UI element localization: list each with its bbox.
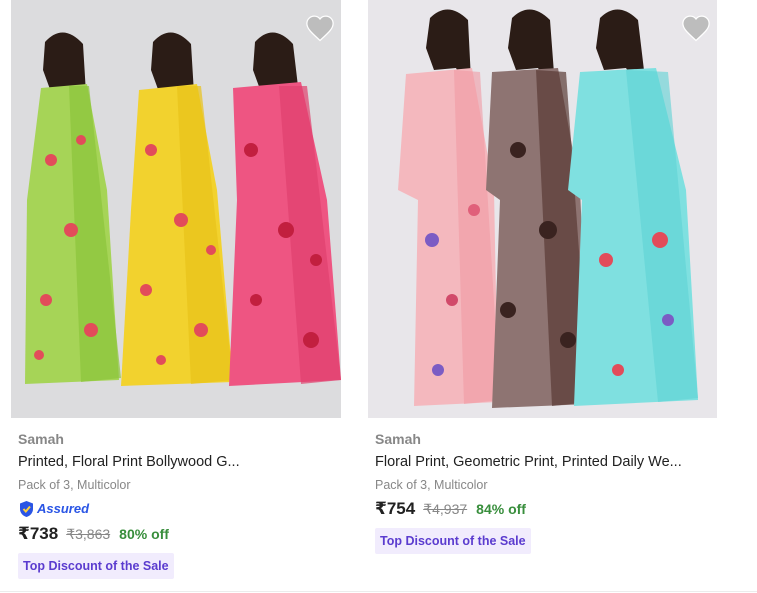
sale-badge: Top Discount of the Sale xyxy=(18,553,174,579)
model-green xyxy=(25,32,121,384)
assured-badge: Assured xyxy=(18,499,341,518)
model-yellow xyxy=(121,32,233,386)
discount-percent: 84% off xyxy=(476,501,526,517)
selling-price: ₹754 xyxy=(375,499,416,518)
saree-models-image xyxy=(25,32,341,386)
product-brand: Samah xyxy=(18,431,64,447)
divider xyxy=(0,591,757,592)
assured-label: Assured xyxy=(37,501,90,516)
original-price: ₹4,937 xyxy=(423,501,468,517)
model-pink xyxy=(229,32,341,386)
product-brand: Samah xyxy=(375,431,421,447)
selling-price: ₹738 xyxy=(18,524,59,543)
model-aqua xyxy=(568,9,698,406)
model-pink xyxy=(398,9,500,406)
sale-badge: Top Discount of the Sale xyxy=(375,528,531,554)
product-pack-info: Pack of 3, Multicolor xyxy=(18,478,131,492)
product-image[interactable] xyxy=(368,0,717,418)
price-row: ₹738 ₹3,863 80% off xyxy=(18,524,341,544)
model-brown xyxy=(486,9,590,408)
product-image[interactable] xyxy=(11,0,341,418)
product-pack-info: Pack of 3, Multicolor xyxy=(375,478,488,492)
product-title[interactable]: Floral Print, Geometric Print, Printed D… xyxy=(375,452,717,472)
discount-percent: 80% off xyxy=(119,526,169,542)
assured-shield-icon xyxy=(20,500,33,517)
product-card[interactable]: Samah Printed, Floral Print Bollywood G.… xyxy=(11,0,341,579)
saree-models-image xyxy=(398,9,698,408)
product-card[interactable]: Samah Floral Print, Geometric Print, Pri… xyxy=(368,0,717,554)
wishlist-heart-icon[interactable] xyxy=(305,14,335,42)
original-price: ₹3,863 xyxy=(66,526,111,542)
wishlist-heart-icon[interactable] xyxy=(681,14,711,42)
price-row: ₹754 ₹4,937 84% off xyxy=(375,499,717,519)
product-title[interactable]: Printed, Floral Print Bollywood G... xyxy=(18,452,341,472)
